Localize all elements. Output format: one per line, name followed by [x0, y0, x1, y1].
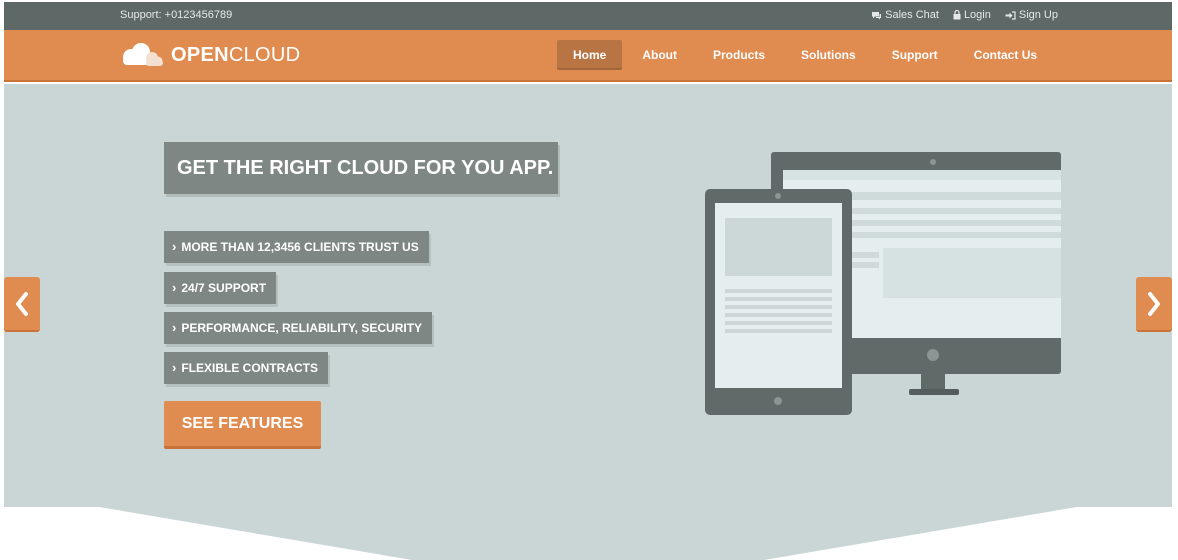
cloud-icon: [123, 43, 163, 66]
support-phone: Support: +0123456789: [120, 9, 233, 21]
see-features-button[interactable]: SEE FEATURES: [164, 401, 321, 449]
chevron-right-icon: ›: [172, 280, 177, 295]
sales-chat-link[interactable]: Sales Chat: [871, 9, 939, 21]
brand-name: OPENCLOUD: [171, 44, 300, 67]
sign-up-label: Sign Up: [1018, 9, 1058, 21]
brand-name-light: CLOUD: [228, 43, 301, 66]
sales-chat-label: Sales Chat: [885, 9, 939, 21]
nav-item-contact-us[interactable]: Contact Us: [958, 40, 1053, 70]
feature-text: MORE THAN 12,3456 CLIENTS TRUST US: [181, 240, 419, 254]
devices-illustration: [705, 152, 1061, 415]
chevron-right-icon: [1148, 291, 1160, 316]
brand-logo[interactable]: OPENCLOUD: [119, 42, 300, 68]
feature-text: FLEXIBLE CONTRACTS: [181, 361, 319, 375]
hero-slider: GET THE RIGHT CLOUD FOR YOU APP. › MORE …: [4, 84, 1172, 560]
page-frame: Support: +0123456789 Sales Chat Login Si…: [4, 2, 1172, 560]
carousel-prev-button[interactable]: [4, 277, 40, 332]
feature-text: 24/7 SUPPORT: [181, 281, 267, 295]
feature-item-contracts: › FLEXIBLE CONTRACTS: [164, 352, 329, 384]
feature-text: PERFORMANCE, RELIABILITY, SECURITY: [181, 321, 423, 335]
lock-icon: [953, 10, 961, 20]
feature-item-support: › 24/7 SUPPORT: [164, 272, 277, 304]
top-links: Sales Chat Login Sign Up: [871, 9, 1058, 21]
top-bar: Support: +0123456789 Sales Chat Login Si…: [4, 2, 1172, 30]
nav-item-solutions[interactable]: Solutions: [785, 40, 872, 70]
hero-bottom-divider: [4, 507, 1172, 560]
chevron-right-icon: ›: [172, 360, 177, 375]
feature-item-performance: › PERFORMANCE, RELIABILITY, SECURITY: [164, 312, 433, 344]
chevron-right-icon: ›: [172, 320, 177, 335]
nav-menu: Home About Products Solutions Support Co…: [557, 40, 1057, 70]
sign-up-link[interactable]: Sign Up: [1005, 9, 1058, 21]
feature-item-clients: › MORE THAN 12,3456 CLIENTS TRUST US: [164, 231, 429, 263]
carousel-next-button[interactable]: [1136, 277, 1172, 332]
chevron-right-icon: ›: [172, 239, 177, 254]
nav-item-support[interactable]: Support: [876, 40, 954, 70]
login-link[interactable]: Login: [953, 9, 991, 21]
sign-in-icon: [1005, 10, 1016, 20]
nav-item-home[interactable]: Home: [557, 40, 623, 70]
hero-title: GET THE RIGHT CLOUD FOR YOU APP.: [164, 142, 558, 194]
chevron-left-icon: [16, 291, 28, 316]
main-navbar: OPENCLOUD Home About Products Solutions …: [4, 30, 1172, 82]
nav-item-products[interactable]: Products: [697, 40, 781, 70]
brand-name-bold: OPEN: [171, 43, 229, 66]
nav-item-about[interactable]: About: [626, 40, 693, 70]
chat-icon: [872, 11, 882, 19]
login-label: Login: [963, 9, 991, 21]
